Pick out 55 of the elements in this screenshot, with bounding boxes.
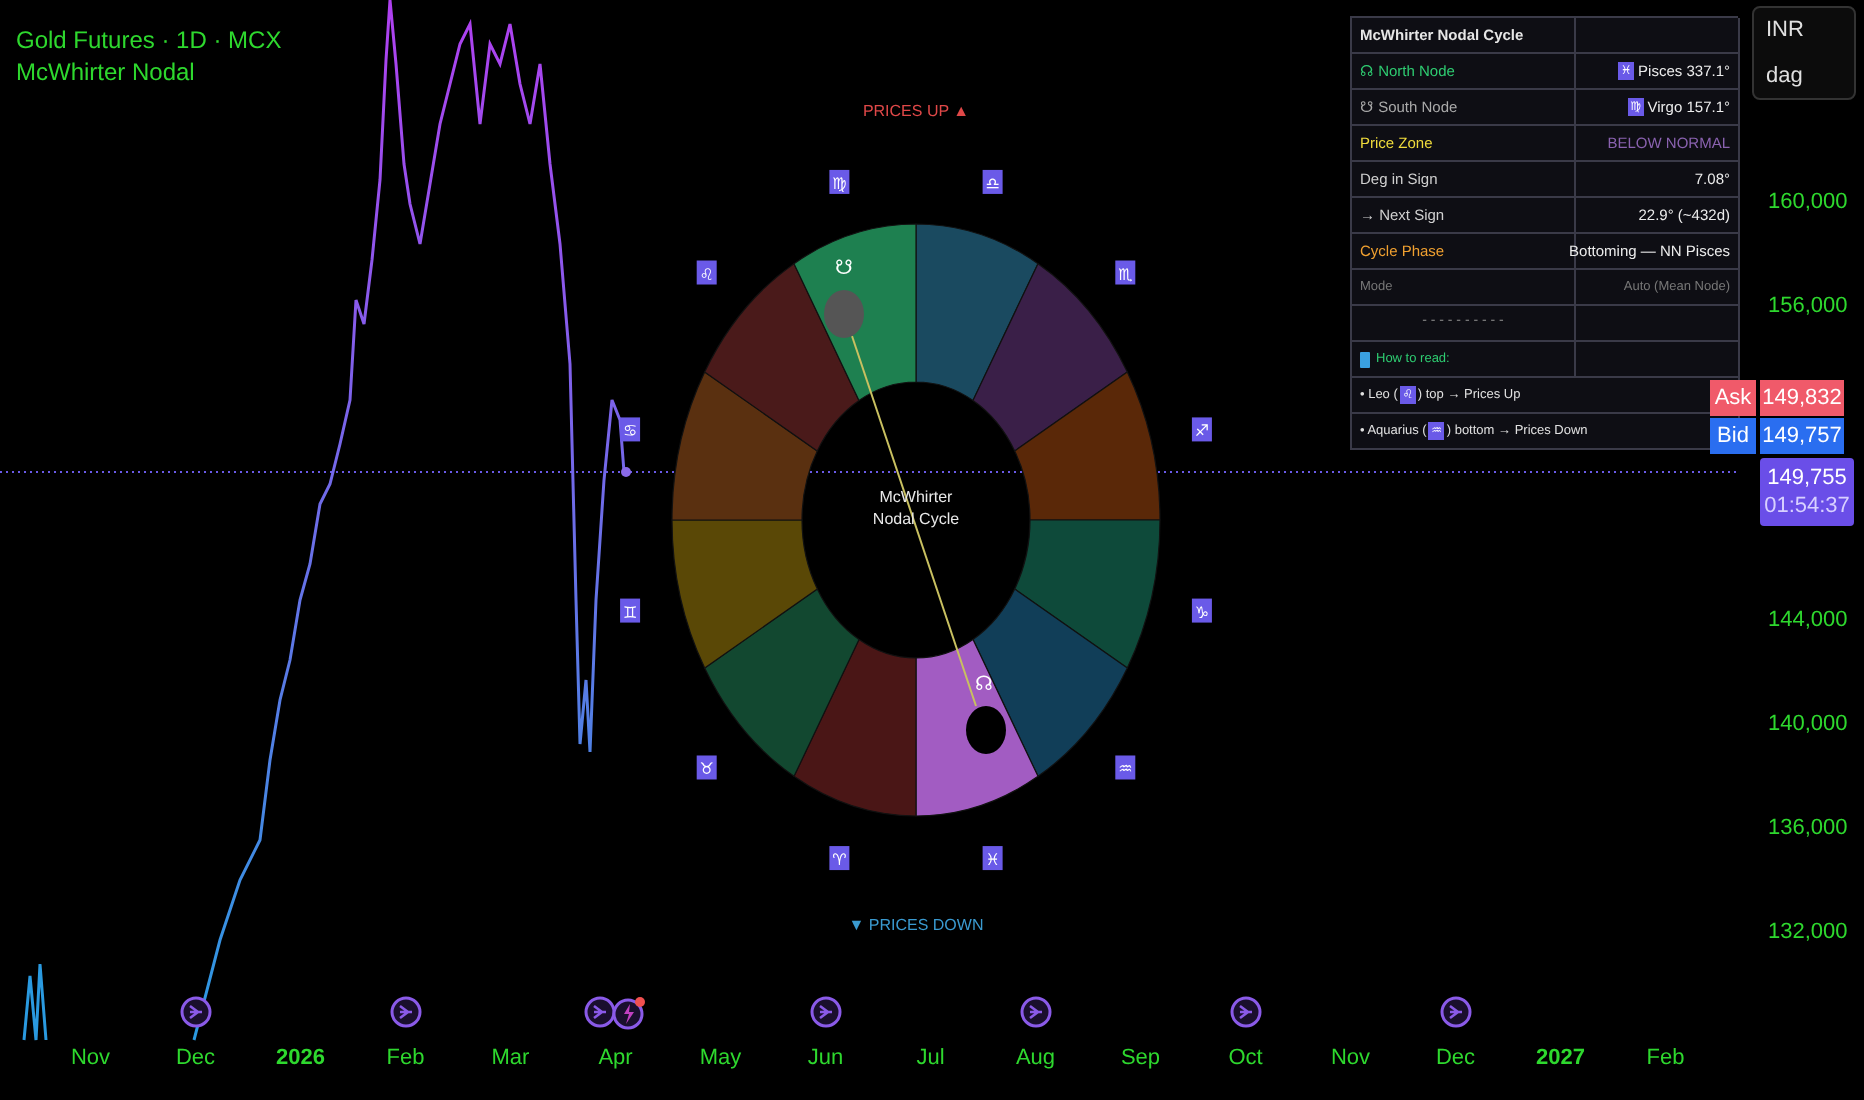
time-axis-label: Apr	[598, 1044, 633, 1074]
south-node-glyph: ☋	[835, 258, 853, 280]
time-axis-label: Dec	[1435, 1044, 1476, 1074]
last-price-tag: 149,755	[1767, 464, 1847, 492]
price-axis-label: 136,000	[1768, 814, 1848, 844]
time-axis-label: Feb	[1646, 1044, 1685, 1074]
time-axis-label: Jun	[807, 1044, 844, 1074]
book-icon	[1360, 351, 1370, 367]
countdown-tag: 01:54:37	[1764, 492, 1850, 520]
zodiac-sign-badge: ♏	[1115, 260, 1136, 285]
zodiac-sign-badge: ♎	[982, 169, 1003, 194]
price-axis-label: 156,000	[1768, 292, 1848, 322]
price-axis-label: 160,000	[1768, 188, 1848, 218]
time-axis-label: Nov	[70, 1044, 111, 1074]
bid-label: Bid	[1710, 418, 1756, 454]
time-axis-label: Dec	[175, 1044, 216, 1074]
ask-label: Ask	[1710, 380, 1756, 416]
ask-price: 149,832	[1760, 380, 1844, 416]
time-axis-label: Feb	[386, 1044, 425, 1074]
price-axis-label: 140,000	[1768, 710, 1848, 740]
currency-box[interactable]: INR dag	[1752, 6, 1856, 100]
time-axis-label: 2027	[1536, 1044, 1585, 1074]
time-axis-label: Sep	[1120, 1044, 1161, 1074]
last-price-dot	[621, 467, 631, 477]
north-node-glyph: ☊	[975, 674, 993, 696]
unit-label: dag	[1766, 61, 1805, 91]
zodiac-sign-badge: ♋	[620, 417, 641, 442]
lightning-icon[interactable]	[612, 995, 647, 1029]
zodiac-sign-badge: ♉	[696, 755, 717, 780]
zodiac-sign-badge: ♊	[620, 598, 641, 623]
price-axis-label: 144,000	[1768, 606, 1848, 636]
zodiac-sign-badge: ♒	[1115, 755, 1136, 780]
zodiac-sign-badge: ♍	[829, 169, 850, 194]
prices-down-label: ▼ PRICES DOWN	[846, 914, 986, 938]
north-node-dot	[966, 706, 1006, 754]
time-axis-label: 2026	[276, 1044, 325, 1074]
time-axis-label: Aug	[1015, 1044, 1056, 1074]
bid-price: 149,757	[1760, 418, 1844, 454]
zodiac-sign-badge: ♌	[696, 260, 717, 285]
time-axis-label: Mar	[491, 1044, 530, 1074]
currency-label: INR	[1766, 16, 1806, 46]
zodiac-sign-badge: ♈	[829, 846, 850, 871]
indicator-name: McWhirter Nodal	[16, 56, 197, 88]
time-axis-label: May	[699, 1044, 742, 1074]
time-axis-label: Oct	[1228, 1044, 1263, 1074]
zodiac-sign-badge: ♑	[1191, 598, 1212, 623]
south-node-dot	[824, 290, 864, 338]
zodiac-sign-badge: ♓	[982, 846, 1003, 871]
prices-up-label: PRICES UP ▲	[860, 100, 972, 124]
zodiac-sign-badge: ♐	[1191, 417, 1212, 442]
time-axis-label: Nov	[1330, 1044, 1371, 1074]
price-spike-line	[22, 962, 48, 1042]
time-axis-label: Jul	[916, 1044, 945, 1074]
price-axis-label: 132,000	[1768, 918, 1848, 948]
symbol-title: Gold Futures · 1D · MCX	[16, 24, 282, 56]
